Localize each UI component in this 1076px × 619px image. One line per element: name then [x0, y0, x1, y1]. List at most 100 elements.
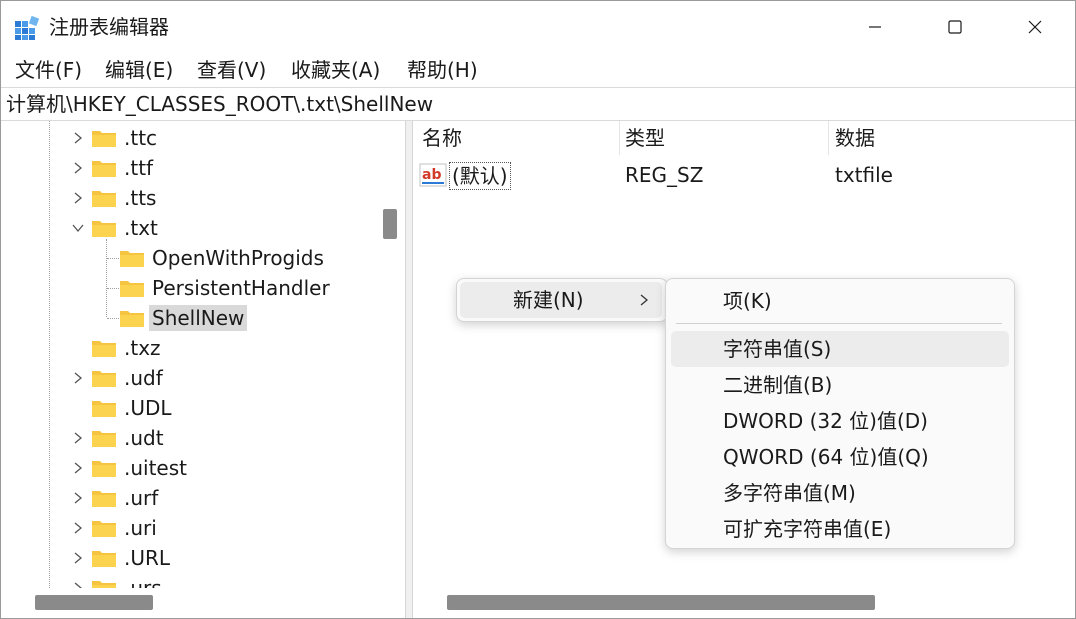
tree-item[interactable]: .uitest [91, 453, 190, 483]
chevron-right-icon[interactable] [71, 191, 85, 205]
tree-vertical-scroll-thumb[interactable] [383, 209, 397, 239]
folder-icon [92, 191, 116, 207]
value-row[interactable]: ab (默认) REG_SZ txtfile [413, 159, 1075, 193]
new-submenu: 项(K) 字符串值(S) 二进制值(B) DWORD (32 位)值(D) QW… [665, 278, 1015, 549]
chevron-right-icon[interactable] [71, 371, 85, 385]
minimize-button[interactable] [835, 1, 915, 53]
chevron-right-icon[interactable] [71, 431, 85, 445]
tree-item[interactable]: .txt [91, 213, 161, 243]
submenu-item-string-value[interactable]: 字符串值(S) [671, 331, 1009, 367]
tree-item[interactable]: .udf [91, 363, 166, 393]
submenu-item-label: DWORD (32 位)值(D) [723, 409, 928, 433]
tree-item[interactable]: .ttc [91, 123, 160, 153]
submenu-item-key[interactable]: 项(K) [671, 283, 1009, 319]
tree-item[interactable]: .ttf [91, 153, 156, 183]
title-bar[interactable]: 注册表编辑器 [1, 1, 1075, 53]
minimize-icon [869, 26, 881, 28]
menu-bar: 文件(F) 编辑(E) 查看(V) 收藏夹(A) 帮助(H) [1, 53, 1075, 87]
folder-icon [92, 401, 116, 417]
folder-icon [92, 371, 116, 387]
pane-splitter[interactable] [405, 121, 413, 618]
value-type: REG_SZ [625, 163, 704, 187]
chevron-right-icon[interactable] [71, 131, 85, 145]
tree-item-label: .ttf [124, 156, 154, 180]
submenu-item-label: 二进制值(B) [723, 373, 833, 397]
submenu-item-multi-string-value[interactable]: 多字符串值(M) [671, 475, 1009, 511]
tree-pane[interactable]: .ttc .ttf .tts .txt OpenWithProgids Persisten… [1, 121, 405, 618]
submenu-item-label: 多字符串值(M) [723, 481, 856, 505]
tree-item[interactable]: .tts [91, 183, 159, 213]
tree-item-label: OpenWithProgids [152, 246, 324, 270]
context-menu-new[interactable]: 新建(N) [460, 282, 662, 318]
chevron-right-icon[interactable] [71, 161, 85, 175]
tree-item-label: .urf [124, 486, 159, 510]
value-name[interactable]: (默认) [449, 162, 511, 190]
tree-horizontal-scroll-thumb[interactable] [35, 595, 153, 610]
tree-item-label: .URL [124, 546, 171, 570]
tree-guide-line [107, 258, 119, 259]
tree-guide-line [49, 121, 50, 588]
submenu-item-qword-value[interactable]: QWORD (64 位)值(Q) [671, 439, 1009, 475]
folder-icon [92, 341, 116, 357]
column-header-type[interactable]: 类型 [625, 125, 665, 151]
tree-item[interactable]: .UDL [91, 393, 175, 423]
address-bar[interactable]: 计算机\HKEY_CLASSES_ROOT\.txt\ShellNew [1, 87, 1075, 121]
regedit-window: 注册表编辑器 文件(F) 编辑(E) 查看(V) 收藏夹(A) 帮助(H) 计算… [0, 0, 1076, 619]
column-separator[interactable] [828, 121, 829, 155]
chevron-right-icon[interactable] [71, 551, 85, 565]
tree-item[interactable]: OpenWithProgids [119, 243, 327, 273]
tree-item-label: .uri [124, 516, 157, 540]
tree-item-label: .uitest [124, 456, 187, 480]
menu-file[interactable]: 文件(F) [15, 57, 82, 83]
menu-help[interactable]: 帮助(H) [407, 57, 478, 83]
submenu-item-label: 可扩充字符串值(E) [723, 517, 892, 541]
column-separator[interactable] [619, 121, 620, 155]
chevron-right-icon[interactable] [71, 461, 85, 475]
chevron-right-icon[interactable] [71, 491, 85, 505]
address-path[interactable]: 计算机\HKEY_CLASSES_ROOT\.txt\ShellNew [6, 91, 433, 117]
folder-icon [92, 461, 116, 477]
tree-item-label: .udt [124, 426, 164, 450]
context-menu: 新建(N) [456, 278, 668, 322]
folder-icon [120, 281, 144, 297]
folder-icon [92, 131, 116, 147]
values-horizontal-scroll-thumb[interactable] [447, 595, 875, 610]
column-header-name[interactable]: 名称 [422, 125, 462, 151]
tree-item[interactable]: ShellNew [119, 303, 248, 333]
chevron-right-icon [640, 294, 649, 306]
column-header-data[interactable]: 数据 [835, 125, 875, 151]
registry-editor-icon [15, 15, 40, 40]
submenu-divider [676, 323, 1002, 324]
submenu-item-label: 字符串值(S) [723, 337, 832, 361]
tree-item[interactable]: .urf [91, 483, 161, 513]
tree-item[interactable]: .txz [91, 333, 164, 363]
submenu-item-dword-value[interactable]: DWORD (32 位)值(D) [671, 403, 1009, 439]
tree-item[interactable]: .udt [91, 423, 167, 453]
tree-item[interactable]: .URL [91, 543, 173, 573]
tree-item-label: ShellNew [149, 305, 248, 331]
string-value-icon: ab [419, 163, 447, 187]
folder-icon [92, 161, 116, 177]
menu-view[interactable]: 查看(V) [197, 57, 266, 83]
tree-guide-line [106, 239, 107, 317]
tree-item-label: .tts [124, 186, 157, 210]
tree-guide-line [107, 318, 119, 319]
chevron-down-icon[interactable] [71, 221, 85, 235]
tree-item-label: .txt [124, 216, 158, 240]
tree-item[interactable]: .uri [91, 513, 160, 543]
folder-icon [92, 521, 116, 537]
svg-text:ab: ab [422, 167, 441, 183]
folder-icon [120, 251, 144, 267]
chevron-right-icon[interactable] [71, 521, 85, 535]
close-button[interactable] [995, 1, 1075, 53]
menu-edit[interactable]: 编辑(E) [105, 57, 173, 83]
tree-item[interactable]: PersistentHandler [119, 273, 333, 303]
window-title: 注册表编辑器 [49, 15, 169, 39]
folder-icon [120, 311, 144, 327]
maximize-button[interactable] [915, 1, 995, 53]
submenu-item-binary-value[interactable]: 二进制值(B) [671, 367, 1009, 403]
menu-favorites[interactable]: 收藏夹(A) [291, 57, 380, 83]
submenu-item-expandable-string-value[interactable]: 可扩充字符串值(E) [671, 511, 1009, 547]
tree-guide-line [107, 288, 119, 289]
maximize-icon [948, 20, 962, 34]
